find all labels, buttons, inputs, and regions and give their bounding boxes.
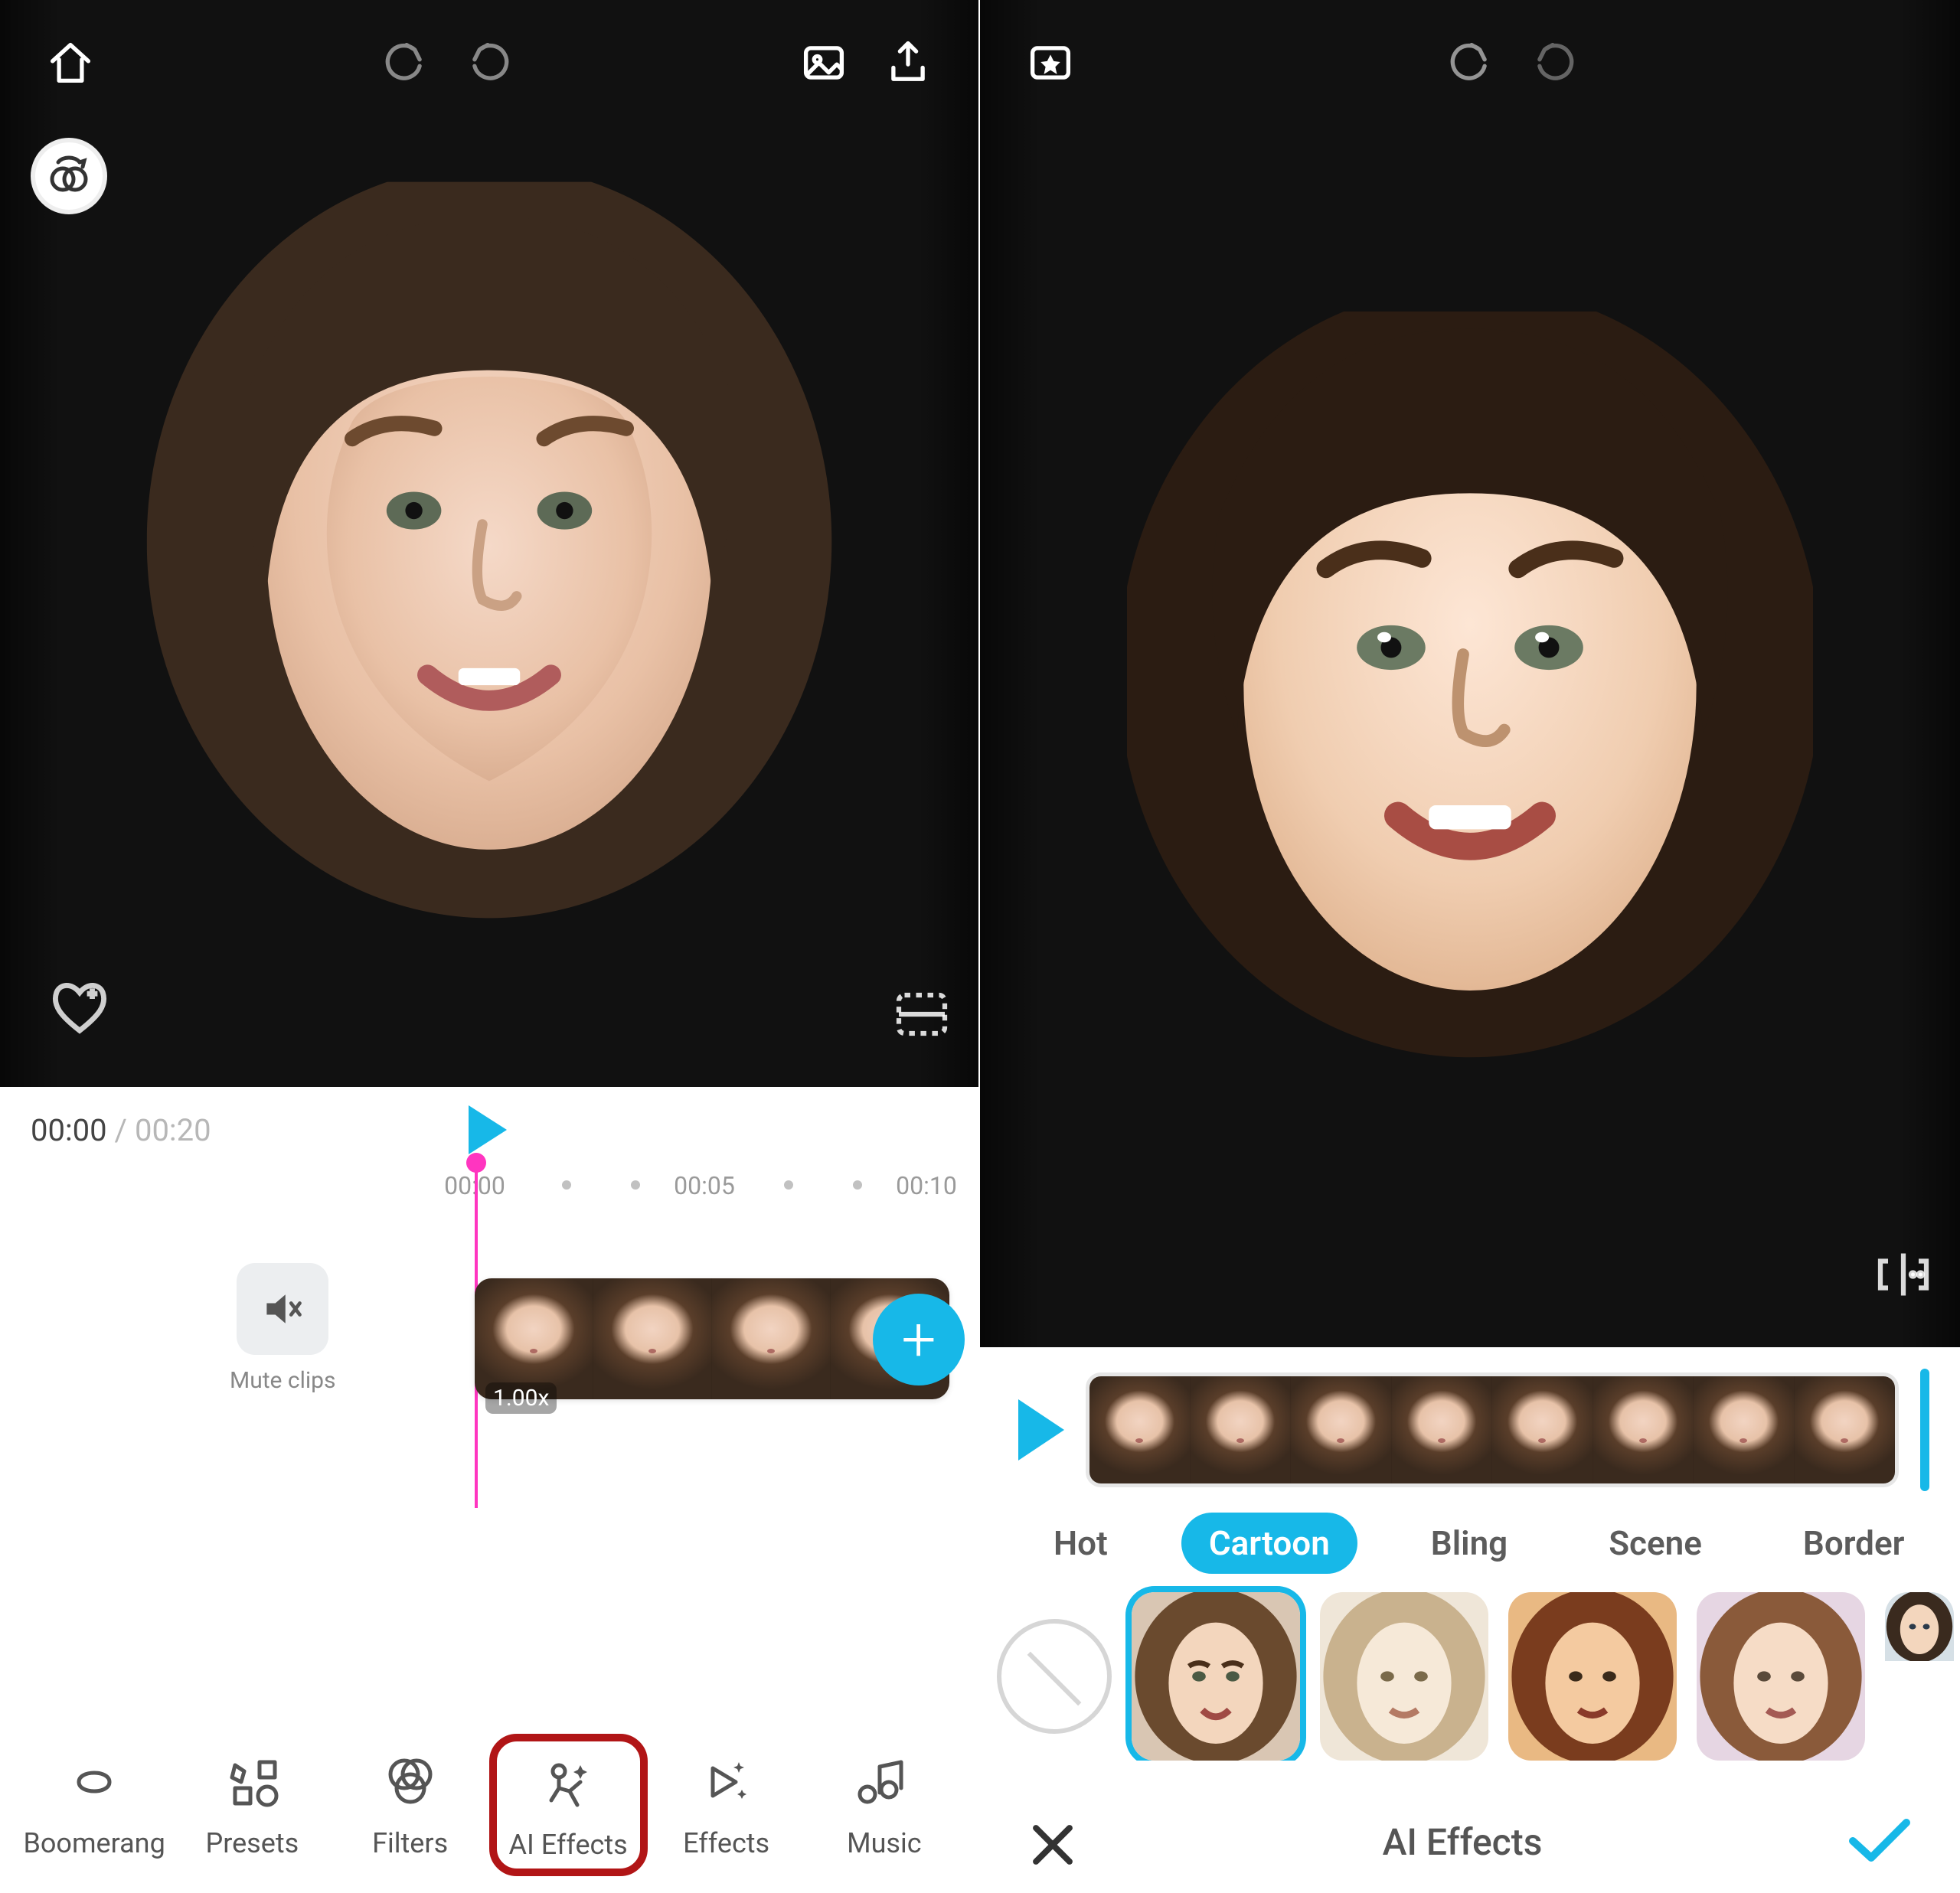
favorite-icon[interactable] [46, 974, 113, 1041]
gallery-icon[interactable] [792, 31, 856, 95]
ruler-tick: 00:10 [896, 1171, 957, 1200]
time-total: 00:20 [135, 1112, 211, 1148]
tool-ai-effects[interactable]: AI Effects [489, 1734, 648, 1876]
tab-bling[interactable]: Bling [1403, 1513, 1535, 1574]
effect-tile[interactable] [1697, 1592, 1865, 1761]
apply-button[interactable] [1845, 1813, 1914, 1870]
play-button[interactable] [1018, 1399, 1064, 1461]
effect-tile[interactable] [1508, 1592, 1677, 1761]
face-swap-toggle-icon[interactable] [31, 138, 107, 214]
home-icon[interactable] [38, 31, 103, 95]
time-current: 00:00 [31, 1112, 107, 1148]
tool-presets[interactable]: Presets [173, 1748, 331, 1876]
effect-tile[interactable] [1885, 1592, 1954, 1761]
video-preview[interactable] [0, 0, 978, 1087]
presets-icon [173, 1748, 331, 1816]
effect-thumbnails [980, 1580, 1960, 1761]
redo-icon[interactable] [1522, 31, 1586, 95]
top-toolbar [980, 31, 1960, 95]
undo-icon[interactable] [1438, 31, 1502, 95]
close-button[interactable] [1026, 1815, 1080, 1869]
top-toolbar [0, 31, 978, 95]
effect-timeline-row [980, 1347, 1960, 1505]
tool-filters[interactable]: Filters [332, 1748, 489, 1876]
music-icon [805, 1748, 963, 1816]
play-button[interactable] [469, 1105, 507, 1154]
timecode: 00:00 / 00:20 [31, 1112, 211, 1148]
clip-end-handle[interactable] [1920, 1369, 1929, 1491]
export-icon[interactable] [876, 31, 940, 95]
screen-video-editor: 00:00 / 00:20 00:00 00:05 00:10 Mute cli… [0, 0, 980, 1893]
redo-icon[interactable] [457, 31, 521, 95]
filters-icon [332, 1748, 489, 1816]
preview-face-original [147, 182, 832, 935]
tool-boomerang[interactable]: Boomerang [15, 1748, 173, 1876]
effect-tile[interactable] [1132, 1592, 1300, 1761]
tab-scene[interactable]: Scene [1581, 1513, 1730, 1574]
boomerang-icon [15, 1748, 173, 1816]
effect-clip-strip[interactable] [1086, 1372, 1899, 1487]
effect-none-button[interactable] [997, 1619, 1112, 1734]
mute-clips-label: Mute clips [230, 1367, 336, 1394]
ai-effects-icon [500, 1749, 637, 1818]
effect-tile[interactable] [1320, 1592, 1488, 1761]
screen-ai-effects: Hot Cartoon Bling Scene Border AI Effect… [980, 0, 1960, 1893]
crop-compare-icon[interactable] [891, 987, 952, 1041]
clip-speed-badge: 1.00x [485, 1382, 557, 1414]
effect-panel-footer: AI Effects [980, 1813, 1960, 1870]
tab-hot[interactable]: Hot [1026, 1513, 1135, 1574]
undo-icon[interactable] [373, 31, 437, 95]
effects-icon [648, 1748, 805, 1816]
library-icon[interactable] [1018, 31, 1083, 95]
playback-row: 00:00 / 00:20 [0, 1087, 978, 1154]
add-clip-button[interactable]: + [873, 1294, 965, 1385]
tab-cartoon[interactable]: Cartoon [1181, 1513, 1357, 1574]
tab-border[interactable]: Border [1775, 1513, 1932, 1574]
mute-clips-button[interactable]: Mute clips [230, 1263, 336, 1394]
preview-face-cartoon [1127, 312, 1813, 1066]
timeline[interactable]: Mute clips 1.00x + [0, 1232, 978, 1447]
effect-preview[interactable] [980, 0, 1960, 1347]
bottom-toolbar: Boomerang Presets Filters AI Effects Eff… [0, 1748, 978, 1876]
effect-category-tabs: Hot Cartoon Bling Scene Border [980, 1505, 1960, 1580]
timeline-ruler[interactable]: 00:00 00:05 00:10 [0, 1164, 978, 1225]
panel-title: AI Effects [1383, 1820, 1543, 1864]
tool-music[interactable]: Music [805, 1748, 963, 1876]
tool-effects[interactable]: Effects [648, 1748, 805, 1876]
ruler-tick: 00:05 [674, 1171, 735, 1200]
split-compare-icon[interactable] [1873, 1248, 1934, 1301]
